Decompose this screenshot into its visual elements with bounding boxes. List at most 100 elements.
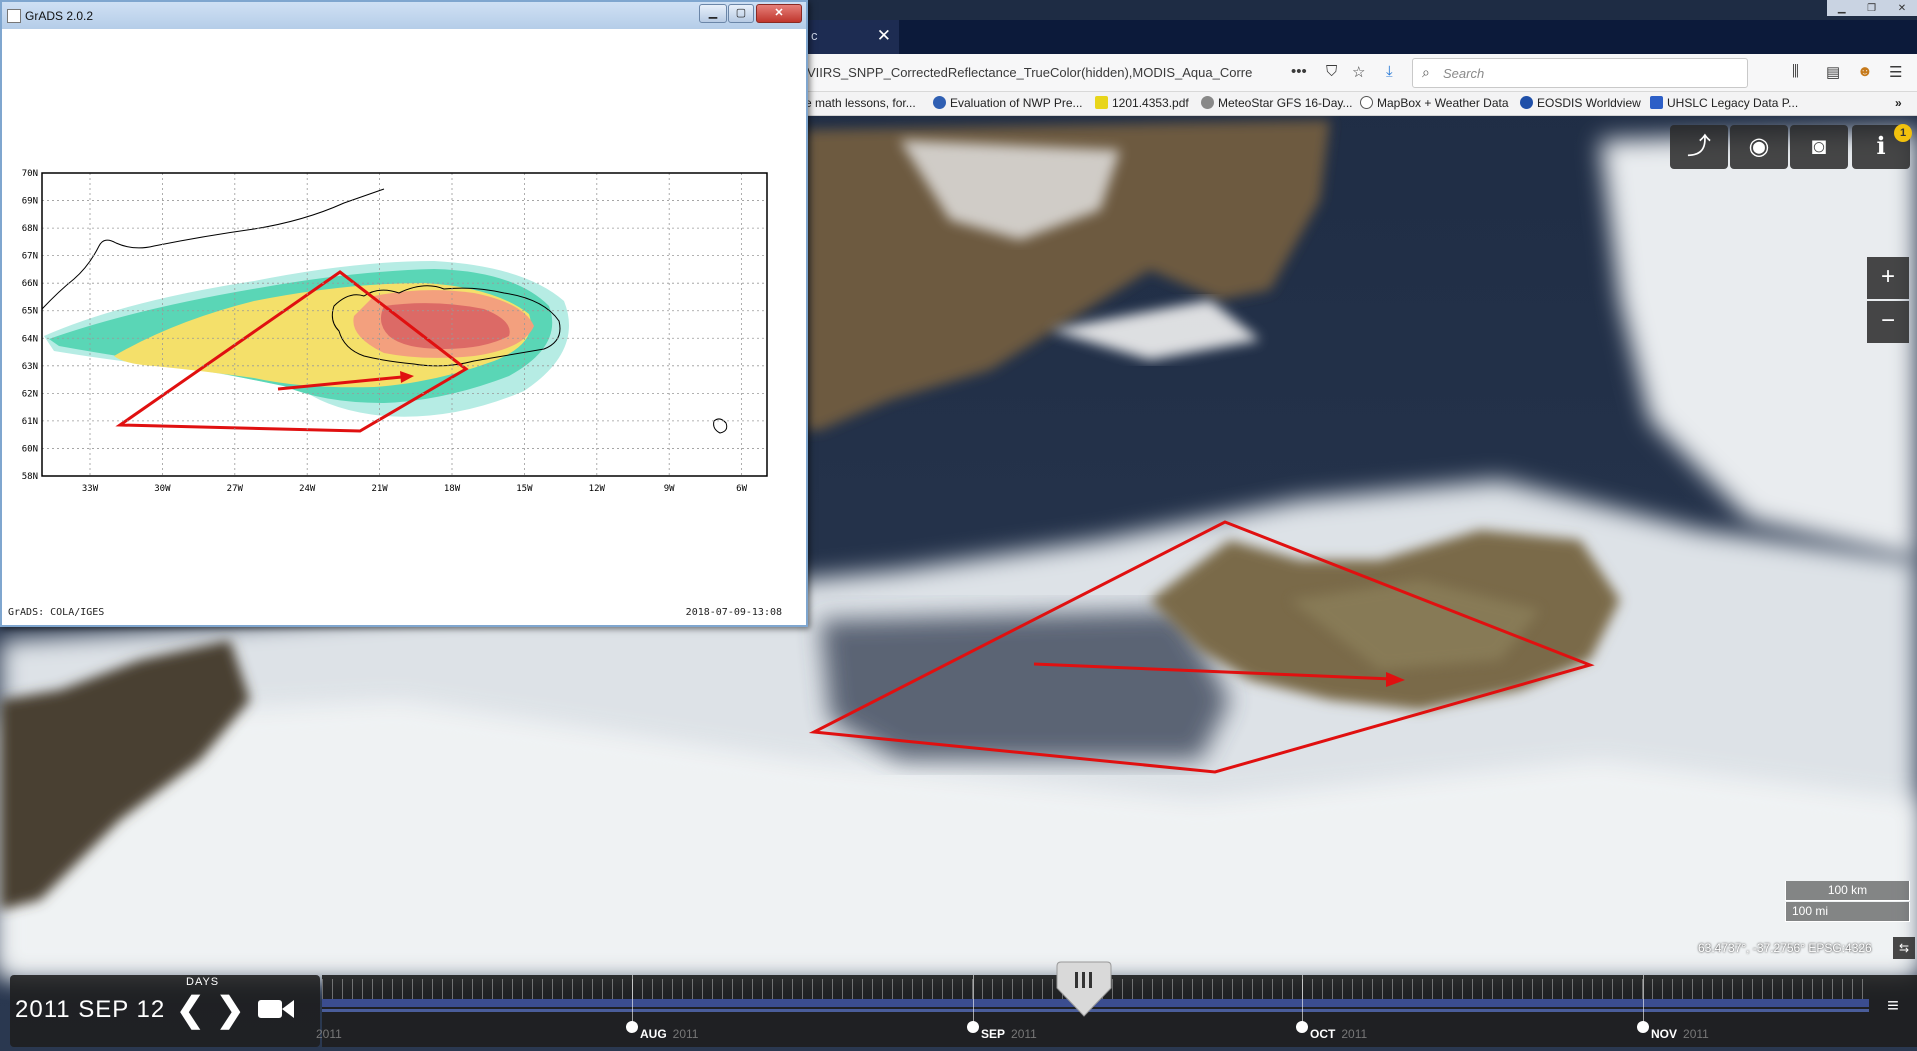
lat-tick-label: 63N — [22, 362, 38, 372]
lat-tick-label: 68N — [22, 224, 38, 234]
share-icon: ⤴ — [1687, 133, 1711, 160]
grads-window[interactable]: GrADS 2.0.2 ▁ ▢ ✕ 70N 69N 68N 67N 66N 65… — [0, 0, 808, 627]
window-title: GrADS 2.0.2 — [25, 9, 94, 23]
month-label: OCT 2011 — [1310, 1027, 1368, 1041]
minimize-icon[interactable]: ▁ — [1838, 3, 1846, 14]
minimize-button[interactable]: ▁ — [699, 4, 727, 23]
lat-tick-label: 67N — [22, 252, 38, 262]
info-icon: ℹ — [1876, 133, 1886, 160]
lat-tick-label: 61N — [22, 417, 38, 427]
bookmark-item[interactable]: UHSLC Legacy Data P... — [1650, 96, 1798, 110]
browser-tab[interactable]: c ✕ — [805, 20, 899, 54]
menu-icon[interactable]: ☰ — [1889, 63, 1902, 81]
bookmark-label: EOSDIS Worldview — [1537, 96, 1641, 110]
lat-tick-label: 60N — [22, 444, 38, 454]
maximize-icon: ▢ — [735, 7, 747, 19]
nasa-icon — [933, 96, 946, 109]
search-input[interactable]: ⌕ Search — [1412, 58, 1748, 88]
pdf-icon — [1095, 96, 1108, 109]
faroe-coast — [713, 418, 728, 434]
bookmark-label: MapBox + Weather Data — [1377, 96, 1509, 110]
sidebar-icon[interactable]: ▤ — [1826, 63, 1840, 81]
maximize-icon[interactable]: ❐ — [1867, 3, 1876, 14]
projection-button[interactable]: ◉ — [1730, 125, 1788, 169]
camera-icon: ◙ — [1811, 133, 1827, 160]
bookmark-item[interactable]: e math lessons, for... — [805, 96, 916, 110]
tab-title: c — [811, 28, 818, 43]
bookmark-item[interactable]: Evaluation of NWP Pre... — [933, 96, 1083, 110]
bookmark-label: Evaluation of NWP Pre... — [950, 96, 1083, 110]
current-date[interactable]: 2011 SEP 12 — [15, 996, 165, 1024]
download-icon[interactable]: ⤓ — [1386, 63, 1393, 80]
close-button[interactable]: ✕ — [756, 4, 802, 23]
coordinates-format-icon[interactable]: ⇆ — [1893, 937, 1915, 959]
month-label: NOV 2011 — [1651, 1027, 1709, 1041]
bookmark-item[interactable]: 1201.4353.pdf — [1095, 96, 1189, 110]
lon-tick-label: 9W — [664, 484, 675, 494]
bookmark-label: UHSLC Legacy Data P... — [1667, 96, 1799, 110]
lat-tick-label: 70N — [22, 169, 38, 179]
zoom-out-button[interactable]: − — [1867, 301, 1909, 343]
lat-tick-label: 62N — [22, 389, 38, 399]
close-icon: ✕ — [774, 7, 784, 19]
app-icon — [7, 9, 21, 23]
lon-tick-label: 12W — [589, 484, 606, 494]
prev-day-button[interactable]: ❮ — [176, 990, 205, 1030]
globe-icon — [1360, 96, 1373, 109]
os-window-controls: ▁ ❐ ✕ — [1827, 0, 1917, 16]
bookmark-item[interactable]: MeteoStar GFS 16-Day... — [1201, 96, 1353, 110]
month-dot[interactable] — [967, 1021, 979, 1033]
grads-title-bar[interactable]: GrADS 2.0.2 ▁ ▢ ✕ — [2, 2, 806, 29]
zoom-in-button[interactable]: + — [1867, 257, 1909, 299]
bookmarks-toolbar: e math lessons, for... Evaluation of NWP… — [805, 92, 1917, 116]
grads-map-plot: 70N 69N 68N 67N 66N 65N 64N 63N 62N 61N 60N 58N 33W… — [22, 169, 768, 494]
next-day-button[interactable]: ❯ — [216, 990, 245, 1030]
address-bar: VIIRS_SNPP_CorrectedReflectance_TrueColo… — [805, 54, 1917, 92]
globe-icon: ◉ — [1748, 133, 1770, 160]
bookmark-item[interactable]: EOSDIS Worldview — [1520, 96, 1641, 110]
close-icon[interactable]: ✕ — [1898, 3, 1906, 14]
lat-tick-label: 69N — [22, 197, 38, 207]
lon-tick-label: 24W — [299, 484, 316, 494]
bookmark-label: MeteoStar GFS 16-Day... — [1218, 96, 1353, 110]
scale-bar-km: 100 km — [1785, 881, 1910, 901]
tab-close-icon[interactable]: ✕ — [877, 26, 891, 46]
bookmark-item[interactable]: MapBox + Weather Data — [1360, 96, 1509, 110]
lon-tick-label: 33W — [82, 484, 99, 494]
lon-tick-label: 15W — [516, 484, 533, 494]
library-icon[interactable]: ⫼ — [1792, 63, 1799, 80]
bookmarks-overflow-icon[interactable]: » — [1895, 96, 1902, 110]
timeline-menu-icon: ≡ — [1887, 995, 1899, 1017]
bookmark-star-icon[interactable]: ☆ — [1352, 63, 1365, 81]
month-dot[interactable] — [1296, 1021, 1308, 1033]
animation-button[interactable] — [258, 997, 294, 1021]
uhslc-icon — [1650, 96, 1663, 109]
lat-tick-label: 65N — [22, 307, 38, 317]
snapshot-button[interactable]: ◙ — [1790, 125, 1848, 169]
lon-tick-label: 27W — [227, 484, 244, 494]
minimize-icon: ▁ — [708, 7, 718, 19]
grads-credit: GrADS: COLA/IGES — [8, 607, 105, 618]
lon-tick-label: 30W — [154, 484, 171, 494]
timeline-collapse-button[interactable]: ≡ — [1869, 975, 1917, 1047]
share-button[interactable]: ⤴ — [1670, 125, 1728, 169]
timeline-handle[interactable] — [1055, 960, 1113, 1018]
search-icon: ⌕ — [1422, 64, 1430, 80]
lon-tick-label: 6W — [736, 484, 747, 494]
lat-tick-label: 64N — [22, 334, 38, 344]
grads-plot-canvas: 70N 69N 68N 67N 66N 65N 64N 63N 62N 61N 60N 58N 33W… — [4, 31, 804, 623]
page-actions-icon[interactable]: ••• — [1291, 63, 1307, 80]
lon-tick-label: 18W — [444, 484, 461, 494]
maximize-button[interactable]: ▢ — [728, 4, 754, 23]
pocket-icon[interactable]: ⛉ — [1326, 63, 1337, 80]
month-dot[interactable] — [626, 1021, 638, 1033]
nasa-icon — [1520, 96, 1533, 109]
video-camera-icon — [258, 1000, 282, 1018]
bookmark-label: 1201.4353.pdf — [1112, 96, 1189, 110]
extension-icon[interactable]: ☻ — [1857, 63, 1873, 80]
grads-timestamp: 2018-07-09-13:08 — [685, 607, 782, 618]
interval-label[interactable]: DAYS — [186, 976, 219, 988]
month-dot[interactable] — [1637, 1021, 1649, 1033]
url-field[interactable]: VIIRS_SNPP_CorrectedReflectance_TrueColo… — [807, 65, 1259, 80]
coordinates-readout: 63.4737°, -37.2756° EPSG:4326 — [1698, 941, 1872, 955]
